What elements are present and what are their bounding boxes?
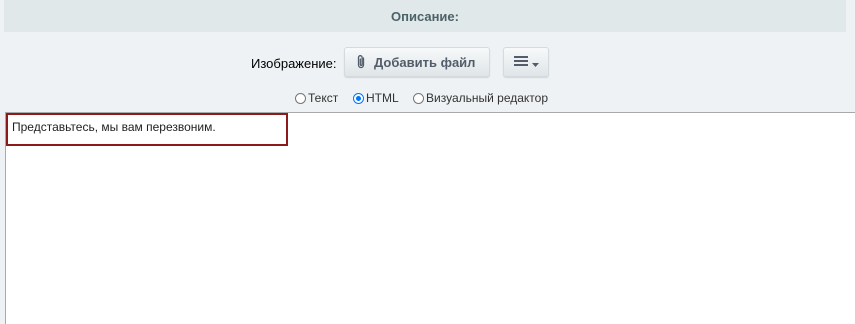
radio-visual-editor-button[interactable] xyxy=(413,92,424,104)
radio-html-label: HTML xyxy=(366,91,399,105)
radio-visual-editor-label: Визуальный редактор xyxy=(426,91,549,105)
radio-text[interactable]: Текст xyxy=(295,91,338,105)
add-file-button[interactable]: Добавить файл xyxy=(344,47,490,77)
paperclip-icon xyxy=(355,54,367,70)
hamburger-icon xyxy=(513,55,532,70)
image-label: Изображение: xyxy=(251,56,337,71)
mode-selector: Текст HTML Визуальный редактор xyxy=(0,90,855,108)
insert-menu-button[interactable] xyxy=(503,47,549,77)
add-file-label: Добавить файл xyxy=(374,54,476,70)
textarea-content: Представьтесь, мы вам перезвоним. xyxy=(12,120,216,134)
radio-text-label: Текст xyxy=(308,91,339,105)
radio-visual-editor[interactable]: Визуальный редактор xyxy=(413,91,548,105)
image-row: Изображение: Добавить файл xyxy=(0,46,855,80)
description-textarea[interactable]: Представьтесь, мы вам перезвоним. xyxy=(5,112,855,324)
chevron-down-icon xyxy=(531,55,539,70)
section-title: Описание: xyxy=(391,8,459,24)
section-header: Описание: xyxy=(4,0,846,32)
description-form: Описание: Изображение: Добавить файл Тек… xyxy=(0,0,855,324)
radio-text-button[interactable] xyxy=(295,92,306,104)
radio-html[interactable]: HTML xyxy=(353,91,399,105)
radio-html-button[interactable] xyxy=(353,92,364,104)
